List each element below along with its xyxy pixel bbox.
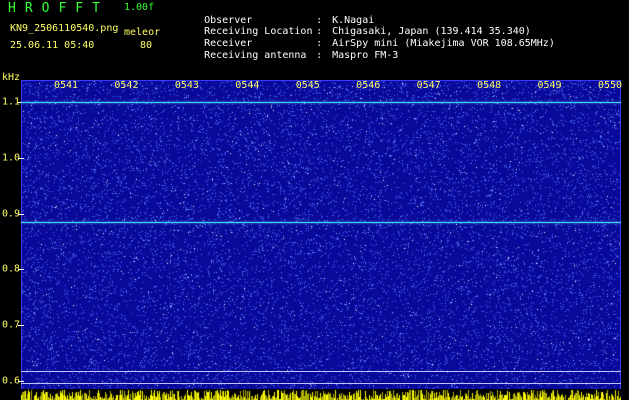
activity-bar bbox=[21, 389, 621, 400]
y-tick-mark bbox=[18, 158, 24, 159]
x-tick-label: 0546 bbox=[356, 80, 381, 91]
mode-value: 80 bbox=[140, 40, 153, 51]
x-tick-label: 0543 bbox=[174, 80, 199, 91]
app-version: 1.00f bbox=[124, 2, 155, 13]
spectrogram-plot bbox=[21, 80, 621, 392]
x-tick-label: 0548 bbox=[477, 80, 502, 91]
y-tick-mark bbox=[18, 381, 24, 382]
y-tick-mark bbox=[18, 214, 24, 215]
meta-row-antenna: Receiving antenna: Maspro FM-3 bbox=[204, 50, 399, 61]
noise-canvas bbox=[21, 80, 621, 392]
file-name: KN9_2506110540.png bbox=[10, 23, 119, 34]
x-tick-label: 0545 bbox=[295, 80, 320, 91]
x-tick-label: 0550 bbox=[597, 80, 623, 91]
y-unit-label: kHz bbox=[2, 72, 21, 83]
y-tick-mark bbox=[18, 269, 24, 270]
app-title: HROFFT bbox=[8, 1, 109, 16]
carrier-trace bbox=[21, 371, 621, 372]
carrier-trace bbox=[21, 102, 621, 103]
carrier-trace bbox=[21, 383, 621, 384]
mode-label: meleor bbox=[124, 27, 161, 38]
carrier-trace bbox=[21, 222, 621, 223]
x-tick-label: 0544 bbox=[235, 80, 260, 91]
x-tick-label: 0549 bbox=[537, 80, 562, 91]
hrofft-window: HROFFT 1.00f KN9_2506110540.png 25.06.11… bbox=[0, 0, 629, 400]
y-tick-mark bbox=[18, 325, 24, 326]
x-tick-label: 0542 bbox=[114, 80, 139, 91]
x-tick-label: 0541 bbox=[53, 80, 79, 91]
x-tick-label: 0547 bbox=[416, 80, 441, 91]
timestamp: 25.06.11 05:40 bbox=[10, 40, 95, 51]
